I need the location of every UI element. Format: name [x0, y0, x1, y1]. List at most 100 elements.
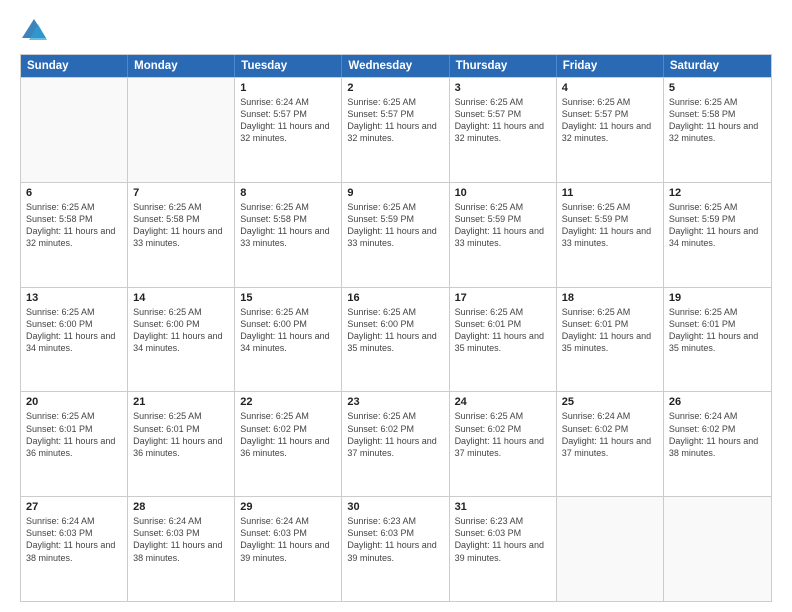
- day-number: 20: [26, 396, 122, 408]
- calendar-body: 1 Sunrise: 6:24 AMSunset: 5:57 PMDaylight…: [21, 77, 771, 601]
- day-info: Sunrise: 6:23 AMSunset: 6:03 PMDaylight:…: [347, 515, 443, 564]
- cal-cell: 29Sunrise: 6:24 AMSunset: 6:03 PMDayligh…: [235, 497, 342, 601]
- cal-header-friday: Friday: [557, 55, 664, 77]
- day-info: Sunrise: 6:25 AMSunset: 5:57 PMDaylight:…: [347, 96, 443, 145]
- day-info: Sunrise: 6:25 AMSunset: 6:01 PMDaylight:…: [669, 306, 766, 355]
- day-number: 4: [562, 82, 658, 94]
- cal-week-4: 20 Sunrise: 6:25 AMSunset: 6:01 PMDayligh…: [21, 391, 771, 496]
- cal-header-sunday: Sunday: [21, 55, 128, 77]
- day-info: Sunrise: 6:24 AMSunset: 6:03 PMDaylight:…: [26, 515, 122, 564]
- day-info: Sunrise: 6:24 AMSunset: 6:02 PMDaylight:…: [562, 410, 658, 459]
- day-number: 27: [26, 501, 122, 513]
- day-info: Sunrise: 6:25 AMSunset: 6:00 PMDaylight:…: [240, 306, 336, 355]
- day-number: 11: [562, 187, 658, 199]
- day-info: Sunrise: 6:25 AMSunset: 6:00 PMDaylight:…: [133, 306, 229, 355]
- day-number: 16: [347, 292, 443, 304]
- cal-cell: 14 Sunrise: 6:25 AMSunset: 6:00 PMDayligh…: [128, 288, 235, 392]
- day-number: 8: [240, 187, 336, 199]
- cal-cell: 19Sunrise: 6:25 AMSunset: 6:01 PMDayligh…: [664, 288, 771, 392]
- day-info: Sunrise: 6:25 AMSunset: 6:01 PMDaylight:…: [562, 306, 658, 355]
- day-info: Sunrise: 6:25 AMSunset: 5:59 PMDaylight:…: [669, 201, 766, 250]
- cal-week-1: 1 Sunrise: 6:24 AMSunset: 5:57 PMDaylight…: [21, 77, 771, 182]
- day-number: 21: [133, 396, 229, 408]
- cal-header-saturday: Saturday: [664, 55, 771, 77]
- cal-cell: 4Sunrise: 6:25 AMSunset: 5:57 PMDaylight…: [557, 78, 664, 182]
- day-number: 23: [347, 396, 443, 408]
- cal-cell: 18 Sunrise: 6:25 AMSunset: 6:01 PMDayligh…: [557, 288, 664, 392]
- day-info: Sunrise: 6:24 AMSunset: 5:57 PMDaylight:…: [240, 96, 336, 145]
- cal-cell: 28 Sunrise: 6:24 AMSunset: 6:03 PMDayligh…: [128, 497, 235, 601]
- day-info: Sunrise: 6:23 AMSunset: 6:03 PMDaylight:…: [455, 515, 551, 564]
- day-info: Sunrise: 6:24 AMSunset: 6:02 PMDaylight:…: [669, 410, 766, 459]
- day-info: Sunrise: 6:25 AMSunset: 5:59 PMDaylight:…: [562, 201, 658, 250]
- day-number: 9: [347, 187, 443, 199]
- cal-cell: 5 Sunrise: 6:25 AMSunset: 5:58 PMDaylight…: [664, 78, 771, 182]
- cal-cell: 12 Sunrise: 6:25 AMSunset: 5:59 PMDayligh…: [664, 183, 771, 287]
- day-info: Sunrise: 6:25 AMSunset: 5:58 PMDaylight:…: [133, 201, 229, 250]
- day-number: 28: [133, 501, 229, 513]
- cal-cell: 26 Sunrise: 6:24 AMSunset: 6:02 PMDayligh…: [664, 392, 771, 496]
- day-number: 12: [669, 187, 766, 199]
- day-info: Sunrise: 6:25 AMSunset: 5:58 PMDaylight:…: [240, 201, 336, 250]
- cal-cell: 24 Sunrise: 6:25 AMSunset: 6:02 PMDayligh…: [450, 392, 557, 496]
- day-number: 31: [455, 501, 551, 513]
- day-number: 26: [669, 396, 766, 408]
- cal-cell: 3Sunrise: 6:25 AMSunset: 5:57 PMDaylight…: [450, 78, 557, 182]
- cal-cell: 8 Sunrise: 6:25 AMSunset: 5:58 PMDaylight…: [235, 183, 342, 287]
- cal-cell: 17Sunrise: 6:25 AMSunset: 6:01 PMDayligh…: [450, 288, 557, 392]
- day-number: 13: [26, 292, 122, 304]
- day-number: 22: [240, 396, 336, 408]
- page: SundayMondayTuesdayWednesdayThursdayFrid…: [0, 0, 792, 612]
- cal-cell: 25 Sunrise: 6:24 AMSunset: 6:02 PMDayligh…: [557, 392, 664, 496]
- day-info: Sunrise: 6:25 AMSunset: 6:00 PMDaylight:…: [26, 306, 122, 355]
- logo-icon: [20, 16, 48, 44]
- day-number: 24: [455, 396, 551, 408]
- day-info: Sunrise: 6:25 AMSunset: 6:01 PMDaylight:…: [26, 410, 122, 459]
- cal-header-thursday: Thursday: [450, 55, 557, 77]
- day-number: 5: [669, 82, 766, 94]
- cal-cell: 16 Sunrise: 6:25 AMSunset: 6:00 PMDayligh…: [342, 288, 449, 392]
- cal-cell: 21Sunrise: 6:25 AMSunset: 6:01 PMDayligh…: [128, 392, 235, 496]
- day-info: Sunrise: 6:25 AMSunset: 5:59 PMDaylight:…: [455, 201, 551, 250]
- cal-cell: [21, 78, 128, 182]
- day-info: Sunrise: 6:25 AMSunset: 5:58 PMDaylight:…: [669, 96, 766, 145]
- day-info: Sunrise: 6:25 AMSunset: 5:57 PMDaylight:…: [455, 96, 551, 145]
- day-info: Sunrise: 6:25 AMSunset: 6:02 PMDaylight:…: [347, 410, 443, 459]
- day-number: 17: [455, 292, 551, 304]
- day-info: Sunrise: 6:25 AMSunset: 6:00 PMDaylight:…: [347, 306, 443, 355]
- header: [20, 16, 772, 44]
- cal-cell: 31 Sunrise: 6:23 AMSunset: 6:03 PMDayligh…: [450, 497, 557, 601]
- cal-week-2: 6 Sunrise: 6:25 AMSunset: 5:58 PMDaylight…: [21, 182, 771, 287]
- cal-cell: 20 Sunrise: 6:25 AMSunset: 6:01 PMDayligh…: [21, 392, 128, 496]
- day-number: 6: [26, 187, 122, 199]
- cal-cell: 6 Sunrise: 6:25 AMSunset: 5:58 PMDaylight…: [21, 183, 128, 287]
- day-number: 2: [347, 82, 443, 94]
- day-info: Sunrise: 6:24 AMSunset: 6:03 PMDaylight:…: [133, 515, 229, 564]
- day-info: Sunrise: 6:24 AMSunset: 6:03 PMDaylight:…: [240, 515, 336, 564]
- cal-cell: 23 Sunrise: 6:25 AMSunset: 6:02 PMDayligh…: [342, 392, 449, 496]
- day-number: 1: [240, 82, 336, 94]
- day-info: Sunrise: 6:25 AMSunset: 6:02 PMDaylight:…: [455, 410, 551, 459]
- cal-header-wednesday: Wednesday: [342, 55, 449, 77]
- day-number: 7: [133, 187, 229, 199]
- day-number: 25: [562, 396, 658, 408]
- day-info: Sunrise: 6:25 AMSunset: 5:59 PMDaylight:…: [347, 201, 443, 250]
- day-number: 10: [455, 187, 551, 199]
- logo: [20, 16, 54, 44]
- cal-cell: 11 Sunrise: 6:25 AMSunset: 5:59 PMDayligh…: [557, 183, 664, 287]
- cal-cell: 30Sunrise: 6:23 AMSunset: 6:03 PMDayligh…: [342, 497, 449, 601]
- calendar-header-row: SundayMondayTuesdayWednesdayThursdayFrid…: [21, 55, 771, 77]
- cal-cell: 22Sunrise: 6:25 AMSunset: 6:02 PMDayligh…: [235, 392, 342, 496]
- cal-cell: 9 Sunrise: 6:25 AMSunset: 5:59 PMDaylight…: [342, 183, 449, 287]
- cal-cell: [664, 497, 771, 601]
- day-info: Sunrise: 6:25 AMSunset: 5:58 PMDaylight:…: [26, 201, 122, 250]
- cal-week-5: 27 Sunrise: 6:24 AMSunset: 6:03 PMDayligh…: [21, 496, 771, 601]
- cal-header-tuesday: Tuesday: [235, 55, 342, 77]
- cal-cell: 13 Sunrise: 6:25 AMSunset: 6:00 PMDayligh…: [21, 288, 128, 392]
- cal-cell: [557, 497, 664, 601]
- day-number: 18: [562, 292, 658, 304]
- calendar: SundayMondayTuesdayWednesdayThursdayFrid…: [20, 54, 772, 602]
- day-number: 14: [133, 292, 229, 304]
- day-number: 15: [240, 292, 336, 304]
- cal-cell: 15 Sunrise: 6:25 AMSunset: 6:00 PMDayligh…: [235, 288, 342, 392]
